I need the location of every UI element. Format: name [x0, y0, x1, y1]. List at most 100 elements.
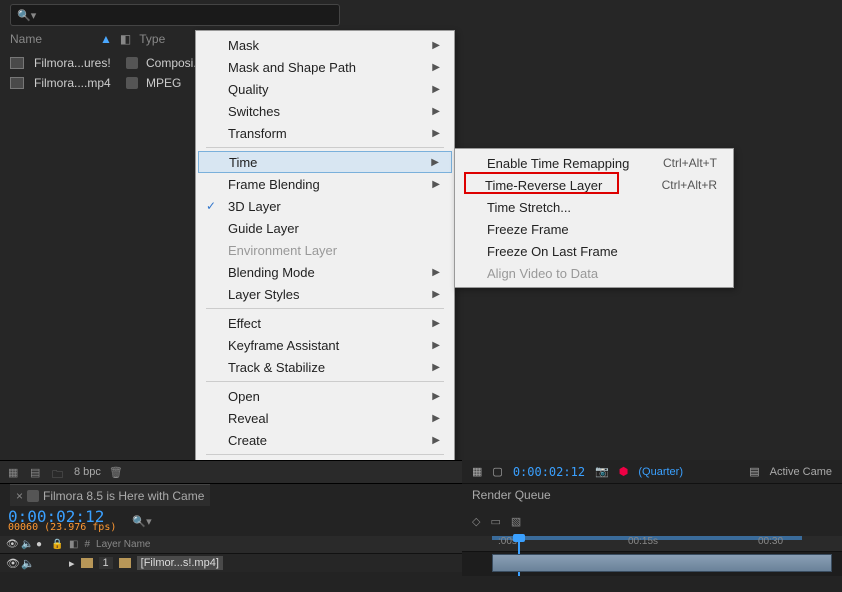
menu-keyframe-assistant[interactable]: Keyframe Assistant▶ — [198, 334, 452, 356]
name-column-header[interactable]: Name — [10, 32, 92, 46]
search-icon: 🔍▾ — [17, 9, 36, 22]
layer-visibility-toggle[interactable]: 👁 — [6, 557, 18, 569]
timeline-tools-row: ◇ ▭ ▧ — [462, 506, 842, 536]
submenu-arrow-icon: ▶ — [431, 157, 439, 168]
menu-separator — [206, 381, 444, 382]
menu-open[interactable]: Open▶ — [198, 385, 452, 407]
layer-name[interactable]: [Filmor...s!.mp4] — [137, 556, 223, 570]
label-color-icon — [27, 490, 39, 502]
snapshot-icon[interactable]: 📷 — [595, 465, 609, 478]
view-layout-icon[interactable]: ▤ — [749, 465, 759, 478]
submenu-arrow-icon: ▶ — [432, 106, 440, 117]
solo-column-icon: ● — [36, 539, 48, 551]
channel-icon[interactable]: ⬢ — [619, 465, 629, 478]
composition-tab[interactable]: × Filmora 8.5 is Here with Came — [10, 484, 210, 506]
check-icon: ✓ — [206, 199, 216, 213]
label-color-icon[interactable] — [126, 77, 138, 89]
submenu-arrow-icon: ▶ — [432, 179, 440, 190]
grid-icon[interactable]: ▦ — [472, 465, 482, 478]
resolution-dropdown[interactable]: (Quarter) — [638, 466, 683, 478]
submenu-arrow-icon: ▶ — [432, 267, 440, 278]
search-input[interactable]: 🔍▾ — [10, 4, 340, 26]
label-column-icon: ◧ — [69, 539, 78, 550]
mask-toggle-icon[interactable]: ▢ — [492, 465, 502, 478]
menu-transform[interactable]: Transform▶ — [198, 122, 452, 144]
graph-editor-icon[interactable]: ▧ — [511, 515, 521, 528]
menu-effect[interactable]: Effect▶ — [198, 312, 452, 334]
menu-time[interactable]: Time▶ — [198, 151, 452, 173]
menu-guide-layer[interactable]: Guide Layer — [198, 217, 452, 239]
composition-icon — [10, 57, 24, 69]
active-camera-dropdown[interactable]: Active Came — [770, 466, 832, 478]
submenu-arrow-icon: ▶ — [432, 318, 440, 329]
submenu-arrow-icon: ▶ — [432, 391, 440, 402]
time-submenu: Enable Time RemappingCtrl+Alt+T Time-Rev… — [454, 148, 734, 288]
file-type: MPEG — [146, 76, 181, 90]
project-file-row[interactable]: Filmora....mp4 MPEG — [10, 74, 181, 92]
frame-count: 00060 (23.976 fps) — [8, 523, 116, 533]
menu-separator — [206, 454, 444, 455]
menu-mask-shape-path[interactable]: Mask and Shape Path▶ — [198, 56, 452, 78]
layer-clip-bar[interactable] — [492, 554, 832, 572]
close-tab-icon[interactable]: × — [16, 489, 23, 503]
menu-track-stabilize[interactable]: Track & Stabilize▶ — [198, 356, 452, 378]
menu-switches[interactable]: Switches▶ — [198, 100, 452, 122]
file-name: Filmora...ures! — [34, 56, 118, 70]
marker-icon[interactable]: ▭ — [490, 515, 500, 528]
submenu-time-stretch[interactable]: Time Stretch... — [457, 196, 731, 218]
bit-depth-label[interactable]: 8 bpc — [74, 466, 101, 478]
submenu-time-reverse-layer[interactable]: Time-Reverse LayerCtrl+Alt+R — [457, 174, 731, 196]
submenu-arrow-icon: ▶ — [432, 84, 440, 95]
video-file-icon — [10, 77, 24, 89]
menu-create[interactable]: Create▶ — [198, 429, 452, 451]
layer-audio-toggle[interactable]: 🔈 — [21, 557, 33, 569]
submenu-arrow-icon: ▶ — [432, 40, 440, 51]
preview-toolbar: ▦ ▢ 0:00:02:12 📷 ⬢ (Quarter) ▤ Active Ca… — [462, 460, 842, 484]
submenu-freeze-frame[interactable]: Freeze Frame — [457, 218, 731, 240]
menu-frame-blending[interactable]: Frame Blending▶ — [198, 173, 452, 195]
menu-separator — [206, 308, 444, 309]
number-column-header: # — [84, 539, 90, 550]
list-view-icon[interactable]: ▤ — [30, 466, 44, 478]
submenu-enable-time-remapping[interactable]: Enable Time RemappingCtrl+Alt+T — [457, 152, 731, 174]
keyframe-nav-icon[interactable]: ◇ — [472, 515, 480, 528]
time-tick: 00:30 — [758, 536, 783, 547]
sort-arrow-icon[interactable]: ▲ — [100, 32, 112, 46]
menu-reveal[interactable]: Reveal▶ — [198, 407, 452, 429]
menu-mask[interactable]: Mask▶ — [198, 34, 452, 56]
timeline-track-area[interactable]: :00s 00:15s 00:30 — [462, 536, 842, 576]
menu-layer-styles[interactable]: Layer Styles▶ — [198, 283, 452, 305]
menu-blending-mode[interactable]: Blending Mode▶ — [198, 261, 452, 283]
label-color-icon[interactable] — [126, 57, 138, 69]
submenu-arrow-icon: ▶ — [432, 289, 440, 300]
layer-solo-toggle[interactable] — [36, 557, 48, 569]
render-queue-tab[interactable]: Render Queue — [462, 484, 842, 506]
thumbnail-view-icon[interactable]: ▦ — [8, 466, 22, 478]
layer-lock-toggle[interactable] — [51, 557, 63, 569]
time-ruler[interactable]: :00s 00:15s 00:30 — [462, 536, 842, 552]
expand-arrow-icon[interactable]: ▸ — [69, 557, 75, 570]
submenu-arrow-icon: ▶ — [432, 435, 440, 446]
time-tick: 00:15s — [628, 536, 658, 547]
menu-3d-layer[interactable]: ✓3D Layer — [198, 195, 452, 217]
project-file-row[interactable]: Filmora...ures! Composi... — [10, 54, 203, 72]
layer-type-icon — [119, 558, 131, 568]
timeline-search-icon[interactable]: 🔍▾ — [132, 515, 151, 528]
folder-icon[interactable]: 🗀 — [52, 466, 66, 478]
type-column-header[interactable]: Type — [139, 32, 165, 46]
shortcut-label: Ctrl+Alt+T — [663, 156, 717, 170]
project-columns-header: Name ▲ ◧ Type — [10, 32, 165, 46]
trash-icon[interactable]: 🗑 — [109, 466, 123, 478]
submenu-freeze-last-frame[interactable]: Freeze On Last Frame — [457, 240, 731, 262]
submenu-arrow-icon: ▶ — [432, 128, 440, 139]
submenu-arrow-icon: ▶ — [432, 62, 440, 73]
submenu-arrow-icon: ▶ — [432, 340, 440, 351]
audio-column-icon: 🔈 — [21, 539, 33, 551]
lock-column-icon: 🔒 — [51, 539, 63, 551]
preview-and-timeline-panel: ▦ ▢ 0:00:02:12 📷 ⬢ (Quarter) ▤ Active Ca… — [462, 460, 842, 592]
preview-timecode[interactable]: 0:00:02:12 — [513, 465, 585, 479]
layer-label-color[interactable] — [81, 558, 93, 568]
shortcut-label: Ctrl+Alt+R — [662, 178, 717, 192]
menu-quality[interactable]: Quality▶ — [198, 78, 452, 100]
tag-icon: ◧ — [120, 32, 131, 46]
